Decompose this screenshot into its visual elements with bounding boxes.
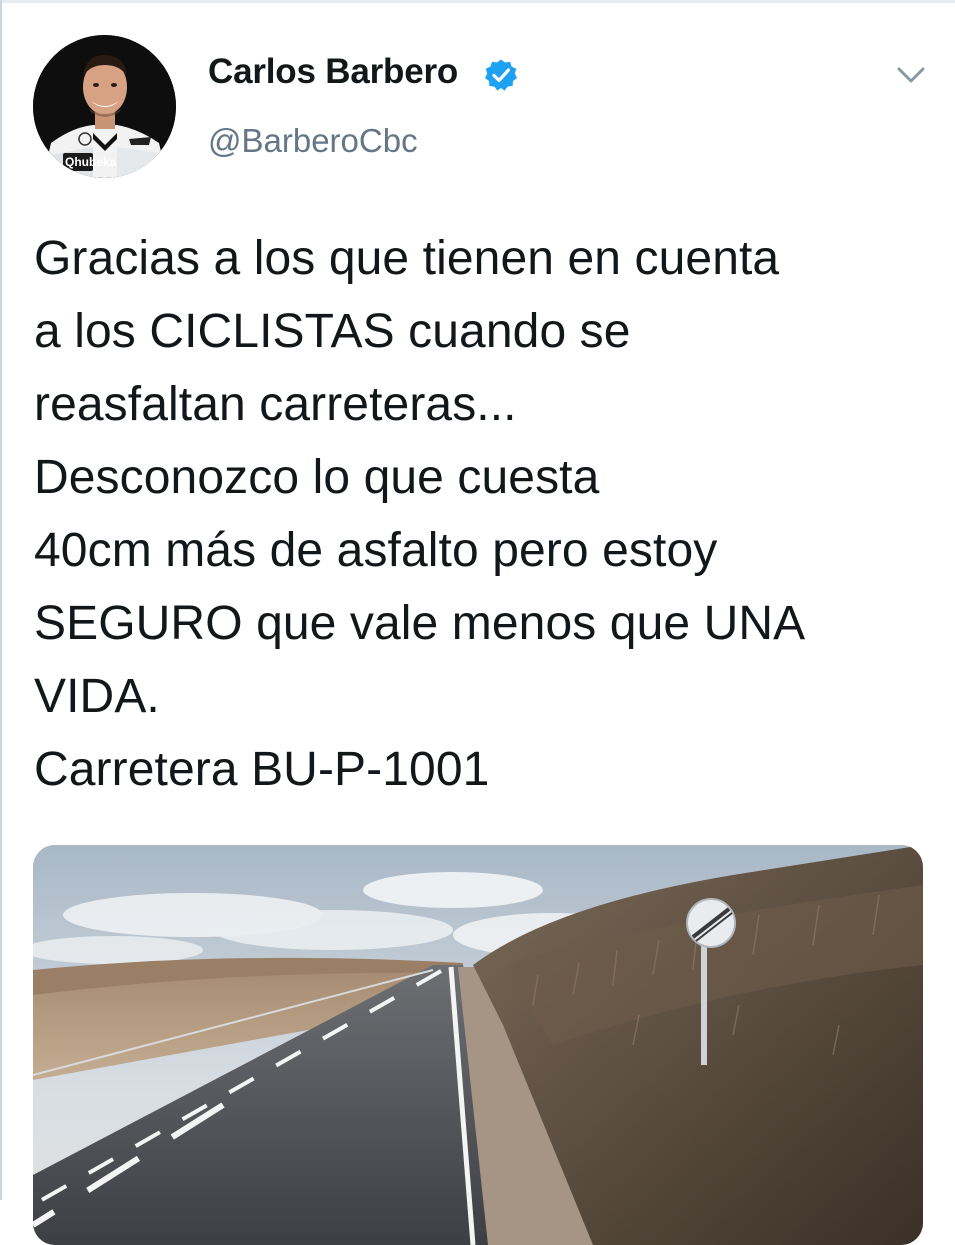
tweet-text: Gracias a los que tienen en cuenta a los… [34,232,806,796]
author-name[interactable]: Carlos Barbero [208,52,458,92]
chevron-down-icon[interactable] [895,63,927,87]
road-photo [33,845,923,1245]
avatar-image: Qhubeka [33,35,176,178]
avatar-jersey-text: Qhubeka [65,155,117,169]
avatar[interactable]: Qhubeka [33,35,176,178]
verified-badge-icon [484,58,518,92]
tweet-photo[interactable] [33,845,923,1245]
top-border [0,0,955,3]
left-border [0,0,2,1200]
author-handle[interactable]: @BarberoCbc [208,122,418,160]
